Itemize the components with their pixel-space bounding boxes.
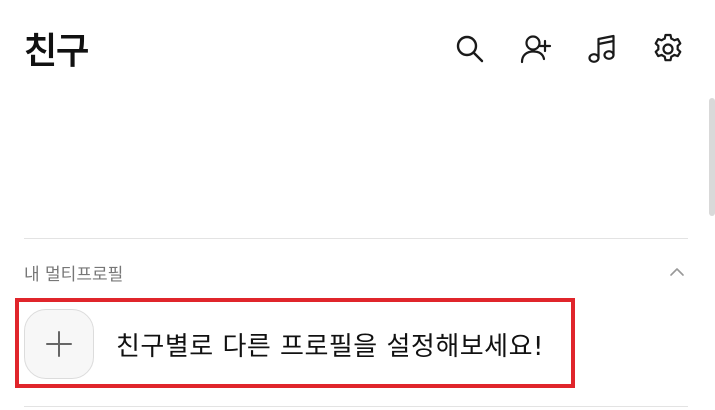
add-friend-icon [520, 35, 552, 64]
section-divider-top [24, 238, 688, 239]
multi-profile-section-header: 내 멀티프로필 [24, 258, 688, 286]
settings-icon [654, 33, 682, 62]
settings-button[interactable] [649, 30, 687, 68]
multi-profile-cta-text: 친구별로 다른 프로필을 설정해보세요! [116, 331, 544, 362]
page-title: 친구 [24, 31, 89, 72]
scrollbar[interactable] [709, 98, 715, 216]
search-button[interactable] [451, 30, 489, 68]
search-icon [456, 35, 484, 63]
multi-profile-section-label: 내 멀티프로필 [24, 264, 124, 285]
chevron-up-icon [670, 268, 684, 276]
add-multi-profile-button[interactable] [24, 309, 94, 379]
create-multi-profile-row[interactable]: 친구별로 다른 프로필을 설정해보세요! [24, 309, 544, 379]
music-icon [588, 34, 615, 63]
friends-screen: 친구 내 멀티프로필 친구별로 다른 프로필을 설정해보세요! [0, 0, 715, 410]
header-toolbar [451, 30, 687, 68]
plus-icon [46, 331, 72, 357]
add-friend-button[interactable] [517, 30, 555, 68]
section-divider-bottom [24, 406, 688, 407]
collapse-button[interactable] [666, 261, 688, 283]
music-button[interactable] [583, 30, 621, 68]
